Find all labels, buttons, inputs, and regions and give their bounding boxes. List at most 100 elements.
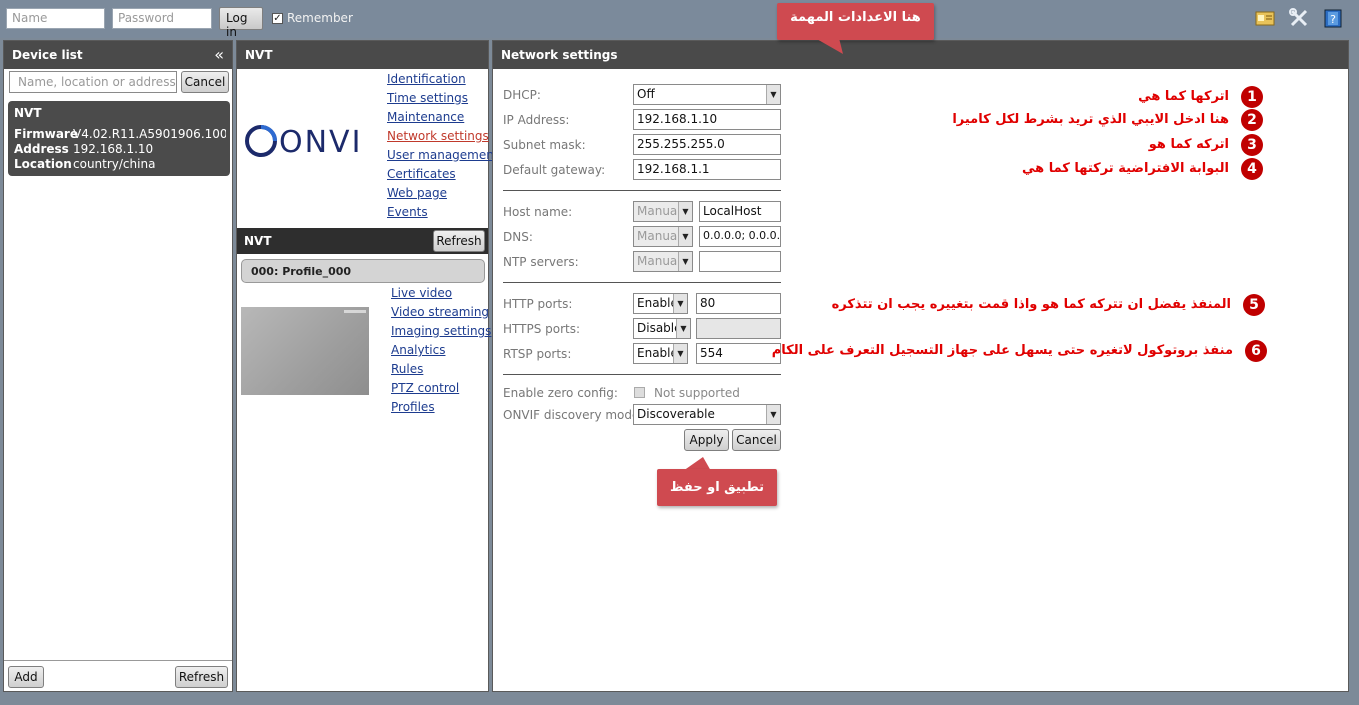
profile-menu-item[interactable]: Analytics — [391, 343, 446, 357]
cancel-button[interactable]: Cancel — [732, 429, 781, 451]
video-thumbnail[interactable] — [241, 307, 369, 395]
http-mode-select[interactable]: Enable ▼ — [633, 293, 688, 314]
https-mode-select[interactable]: Disable ▼ — [633, 318, 691, 339]
device-list-title: Device list — [12, 48, 83, 62]
annotation-note: البوابة الافتراضية تركتها كما هي — [1022, 161, 1229, 176]
password-input[interactable]: Password — [112, 8, 212, 29]
nvt-menu-item[interactable]: User management — [387, 148, 499, 162]
name-input[interactable]: Name — [6, 8, 105, 29]
discovery-mode-value: Discoverable — [637, 407, 715, 421]
annotation-note: هنا ادخل الايبي الذي تريد بشرط لكل كامير… — [952, 112, 1229, 127]
zero-config-label: Enable zero config: — [503, 386, 618, 400]
http-label: HTTP ports: — [503, 297, 573, 311]
https-port-field — [696, 318, 781, 339]
nvt-panel: NVT ONVIF Identification Time settings Mai… — [236, 40, 499, 692]
apply-callout: تطبيق او حفظ — [657, 469, 777, 506]
search-cancel-button[interactable]: Cancel — [181, 71, 229, 93]
dns-field[interactable]: 0.0.0.0; 0.0.0.0 — [699, 226, 781, 247]
http-port-field[interactable]: 80 — [696, 293, 781, 314]
profile-menu-item[interactable]: Imaging settings — [391, 324, 491, 338]
chevron-down-icon: ▼ — [678, 202, 692, 221]
address-value: 192.168.1.10 — [73, 142, 154, 156]
host-mode-select: Manual ▼ — [633, 201, 693, 222]
annotation-note: اتركها كما هي — [1138, 89, 1229, 104]
nvt-menu-item[interactable]: Web page — [387, 186, 447, 200]
profile-menu-item[interactable]: Profiles — [391, 400, 435, 414]
login-button[interactable]: Log in — [219, 7, 263, 39]
nvt-section-header: NVT Refresh — [237, 228, 488, 254]
dns-mode-value: Manual — [637, 229, 681, 243]
apply-button[interactable]: Apply — [684, 429, 729, 451]
refresh-devices-button[interactable]: Refresh — [175, 666, 228, 688]
remember-checkbox[interactable]: ✓ — [272, 13, 283, 24]
host-name-field[interactable]: LocalHost — [699, 201, 781, 222]
chevron-down-icon: ▼ — [766, 405, 780, 424]
profile-menu-item[interactable]: PTZ control — [391, 381, 459, 395]
nvt-menu-item[interactable]: Certificates — [387, 167, 456, 181]
profile-menu-item[interactable]: Rules — [391, 362, 423, 376]
nvt-title: NVT — [245, 48, 273, 62]
help-book-icon[interactable]: ? — [1322, 7, 1344, 29]
network-settings-panel: Network settings DHCP: Off ▼ IP Address: … — [492, 40, 1349, 692]
onvif-logo: ONVIF — [245, 125, 365, 159]
nvt-menu-item[interactable]: Time settings — [387, 91, 468, 105]
host-label: Host name: — [503, 205, 573, 219]
network-title: Network settings — [501, 48, 618, 62]
tools-icon[interactable] — [1288, 7, 1310, 29]
collapse-icon[interactable]: « — [214, 45, 224, 64]
top-login-bar: Name Password Log in ✓ Remember ? — [0, 0, 1359, 39]
chevron-down-icon: ▼ — [766, 85, 780, 104]
nvt-refresh-button[interactable]: Refresh — [433, 230, 485, 252]
add-device-button[interactable]: Add — [8, 666, 44, 688]
location-value: country/china — [73, 157, 156, 171]
nvt-menu-item[interactable]: Events — [387, 205, 428, 219]
rtsp-mode-select[interactable]: Enable ▼ — [633, 343, 688, 364]
annotation-number: 3 — [1241, 134, 1263, 156]
nvt-section-title: NVT — [244, 234, 272, 248]
chevron-down-icon: ▼ — [673, 294, 687, 313]
remember-label: Remember — [287, 11, 353, 25]
annotation-number: 6 — [1245, 340, 1267, 362]
annotation-number: 2 — [1241, 109, 1263, 131]
nvt-menu-item[interactable]: Identification — [387, 72, 466, 86]
device-list-panel: Device list « Name, location or address … — [3, 40, 233, 692]
dhcp-select[interactable]: Off ▼ — [633, 84, 781, 105]
dns-label: DNS: — [503, 230, 533, 244]
rtsp-port-field[interactable]: 554 — [696, 343, 781, 364]
ntp-mode-select: Manual ▼ — [633, 251, 693, 272]
device-search-input[interactable]: Name, location or address — [9, 71, 177, 93]
firmware-label: Firmware — [14, 127, 78, 141]
gateway-field[interactable]: 192.168.1.1 — [633, 159, 781, 180]
ip-address-field[interactable]: 192.168.1.10 — [633, 109, 781, 130]
rtsp-mode-value: Enable — [637, 346, 678, 360]
profile-menu-item[interactable]: Live video — [391, 286, 452, 300]
subnet-mask-field[interactable]: 255.255.255.0 — [633, 134, 781, 155]
chevron-down-icon: ▼ — [673, 344, 687, 363]
address-label: Address — [14, 142, 69, 156]
ntp-label: NTP servers: — [503, 255, 579, 269]
important-settings-callout: هنا الاعدادات المهمة — [777, 3, 934, 40]
ntp-field[interactable] — [699, 251, 781, 272]
callout-pointer-icon — [815, 38, 843, 54]
annotation-note: اتركه كما هو — [1148, 137, 1229, 152]
network-header: Network settings — [493, 41, 1348, 69]
camera-id-icon[interactable] — [1254, 7, 1276, 29]
https-label: HTTPS ports: — [503, 322, 581, 336]
profile-item[interactable]: 000: Profile_000 — [241, 259, 485, 283]
ntp-mode-value: Manual — [637, 254, 681, 268]
profile-menu-item[interactable]: Video streaming — [391, 305, 489, 319]
nvt-menu-item[interactable]: Network settings — [387, 129, 489, 143]
divider — [503, 374, 781, 375]
annotation-number: 5 — [1243, 294, 1265, 316]
device-card[interactable]: NVT Firmware V4.02.R11.A5901906.10010.23… — [8, 101, 230, 176]
dns-mode-select: Manual ▼ — [633, 226, 693, 247]
http-mode-value: Enable — [637, 296, 678, 310]
gateway-label: Default gateway: — [503, 163, 606, 177]
divider — [4, 660, 232, 661]
chevron-down-icon: ▼ — [678, 252, 692, 271]
discovery-mode-select[interactable]: Discoverable ▼ — [633, 404, 781, 425]
nvt-menu-item[interactable]: Maintenance — [387, 110, 464, 124]
discovery-label: ONVIF discovery mode: — [503, 408, 644, 422]
annotation-number: 4 — [1241, 158, 1263, 180]
device-list-header: Device list « — [4, 41, 232, 69]
